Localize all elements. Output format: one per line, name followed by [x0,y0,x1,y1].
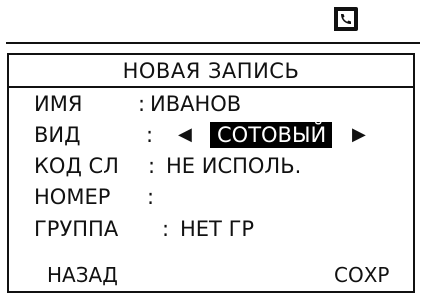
status-bar [0,0,426,40]
number-label: НОМЕР [34,185,111,209]
service-code-label: КОД СЛ [34,154,119,178]
type-value[interactable]: СОТОВЫЙ [210,122,333,148]
name-value[interactable]: ИВАНОВ [150,90,241,118]
new-entry-screen: НОВАЯ ЗАПИСЬ ИМЯ : ИВАНОВ ВИД : ◀ СОТОВЫ… [7,53,415,293]
name-label: ИМЯ [34,92,83,116]
service-code-separator: : [148,154,156,178]
save-softkey[interactable]: СОХР [334,261,389,289]
phone-book-icon [334,7,358,31]
number-separator: : [147,185,155,209]
screen-title: НОВАЯ ЗАПИСЬ [122,59,300,83]
group-separator: : [162,217,170,241]
type-label: ВИД [34,123,81,147]
group-label: ГРУППА [34,217,119,241]
status-divider [6,42,420,44]
service-code-value[interactable]: НЕ ИСПОЛЬ. [166,152,301,180]
next-option-icon[interactable]: ▶ [352,121,366,149]
back-softkey[interactable]: НАЗАД [47,261,118,289]
group-value[interactable]: НЕТ ГР [180,215,254,243]
title-divider [9,86,413,88]
name-separator: : [138,92,146,116]
type-separator: : [146,123,154,147]
previous-option-icon[interactable]: ◀ [178,121,192,149]
